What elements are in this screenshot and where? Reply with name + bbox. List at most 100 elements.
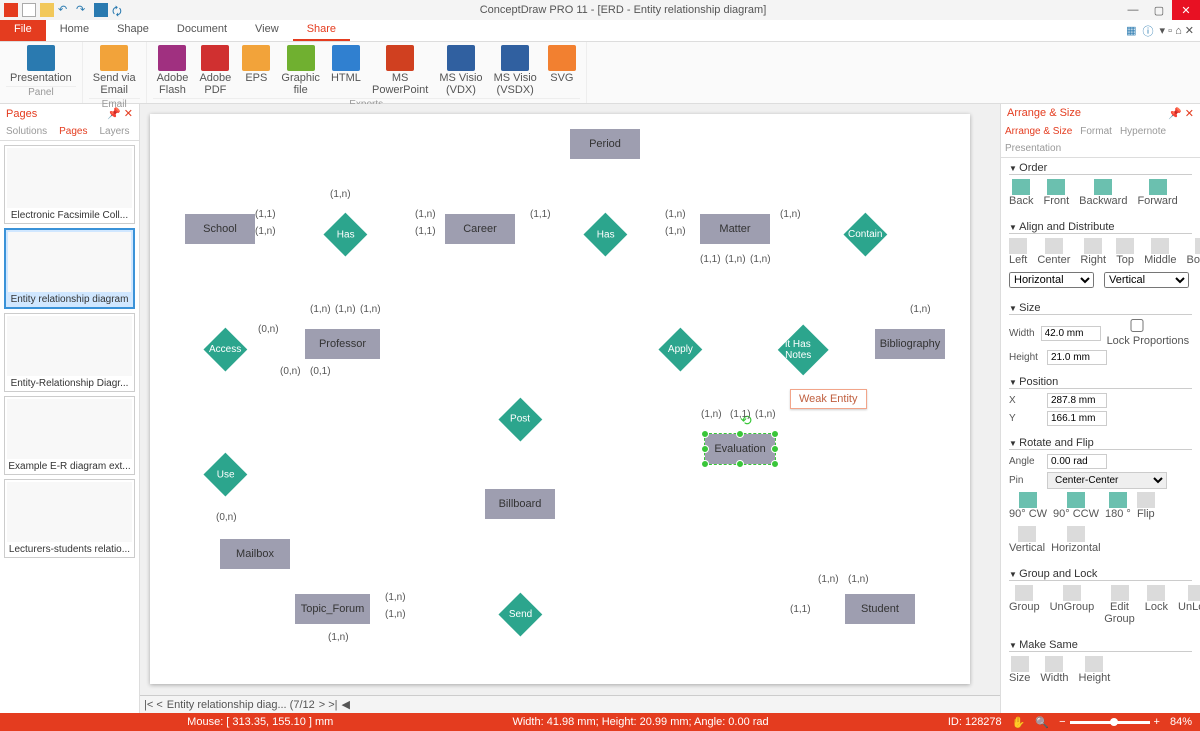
thumb[interactable]: Entity relationship diagram — [4, 228, 135, 309]
tab-arrange[interactable]: Arrange & Size — [1001, 123, 1076, 140]
pin-icon[interactable]: 📌 ✕ — [107, 107, 133, 120]
close-icon[interactable]: ✕ — [1172, 0, 1200, 20]
flip[interactable]: Flip — [1137, 492, 1155, 520]
entity-billboard[interactable]: Billboard — [485, 489, 555, 519]
tab-hypernote[interactable]: Hypernote — [1116, 123, 1170, 140]
open-icon[interactable] — [40, 3, 54, 17]
entity-topic[interactable]: Topic_Forum — [295, 594, 370, 624]
canvas[interactable]: PeriodSchoolCareerMatterBibliographyProf… — [140, 104, 1000, 695]
menu-view[interactable]: View — [241, 20, 293, 41]
rotate-cw[interactable]: 90° CW — [1009, 492, 1047, 520]
presentation-button[interactable]: Presentation — [6, 44, 76, 85]
save-icon[interactable] — [94, 3, 108, 17]
menu-shape[interactable]: Shape — [103, 20, 163, 41]
group-btn[interactable]: Group — [1009, 585, 1040, 625]
export-svg-button[interactable]: SVG — [544, 44, 580, 85]
export-vsdx-button[interactable]: MS Visio (VSDX) — [490, 44, 541, 97]
pin-select[interactable]: Center-Center — [1047, 472, 1167, 489]
thumb[interactable]: Electronic Facsimile Coll... — [4, 145, 135, 224]
export-flash-button[interactable]: Adobe Flash — [153, 44, 193, 97]
help-icon[interactable]: ⓘ — [1143, 23, 1154, 39]
relationship-access[interactable]: Access — [204, 328, 248, 372]
hand-icon[interactable]: ✋ — [1012, 716, 1026, 729]
export-html-button[interactable]: HTML — [327, 44, 365, 85]
zoom-percent[interactable]: 84% — [1170, 716, 1192, 728]
ungroup-btn[interactable]: UnGroup — [1050, 585, 1095, 625]
entity-mailbox[interactable]: Mailbox — [220, 539, 290, 569]
angle-field[interactable] — [1047, 454, 1107, 469]
same-size[interactable]: Size — [1009, 656, 1030, 684]
diagram-page[interactable]: PeriodSchoolCareerMatterBibliographyProf… — [150, 114, 970, 684]
order-forward[interactable]: Forward — [1137, 179, 1177, 207]
edit-group-btn[interactable]: Edit Group — [1104, 585, 1135, 625]
entity-evaluation[interactable]: Evaluation⟲ — [705, 434, 775, 464]
x-field[interactable] — [1047, 393, 1107, 408]
export-graphic-button[interactable]: Graphic file — [277, 44, 324, 97]
pin-icon[interactable]: 📌 ✕ — [1168, 107, 1194, 120]
relationship-has1[interactable]: Has — [324, 213, 368, 257]
dist-horizontal[interactable]: Horizontal — [1009, 272, 1094, 288]
relationship-send[interactable]: Send — [499, 593, 543, 637]
entity-bibliography[interactable]: Bibliography — [875, 329, 945, 359]
zoom-fit-icon[interactable]: 🔍 — [1035, 716, 1049, 729]
menu-home[interactable]: Home — [46, 20, 103, 41]
zoom-slider[interactable] — [1070, 721, 1150, 724]
thumb[interactable]: Example E-R diagram ext... — [4, 396, 135, 475]
page-tab-label[interactable]: Entity relationship diag... (7/12 — [167, 699, 315, 711]
relationship-post[interactable]: Post — [499, 398, 543, 442]
align-center[interactable]: Center — [1037, 238, 1070, 266]
same-width[interactable]: Width — [1040, 656, 1068, 684]
scroll-left-icon[interactable]: ◀ — [342, 698, 350, 711]
rotate-180[interactable]: 180 ° — [1105, 492, 1131, 520]
entity-period[interactable]: Period — [570, 129, 640, 159]
order-front[interactable]: Front — [1043, 179, 1069, 207]
width-field[interactable] — [1041, 326, 1101, 341]
zoom-out[interactable]: − — [1059, 716, 1065, 728]
same-height[interactable]: Height — [1079, 656, 1111, 684]
relationship-has2[interactable]: Has — [584, 213, 628, 257]
unlock-btn[interactable]: UnLock — [1178, 585, 1200, 625]
align-middle[interactable]: Middle — [1144, 238, 1176, 266]
align-right[interactable]: Right — [1080, 238, 1106, 266]
send-email-button[interactable]: Send via Email — [89, 44, 140, 97]
relationship-notes[interactable]: it Has Notes — [777, 324, 828, 375]
prev-tab-icon[interactable]: |< < — [144, 699, 163, 711]
grid-icon[interactable]: ▦ — [1126, 24, 1136, 37]
entity-student[interactable]: Student — [845, 594, 915, 624]
entity-career[interactable]: Career — [445, 214, 515, 244]
tab-format[interactable]: Format — [1076, 123, 1116, 140]
tab-layers[interactable]: Layers — [94, 123, 136, 140]
refresh-icon[interactable]: 🗘 — [112, 3, 126, 17]
align-top[interactable]: Top — [1116, 238, 1134, 266]
menu-file[interactable]: File — [0, 20, 46, 41]
align-left[interactable]: Left — [1009, 238, 1027, 266]
relationship-contain[interactable]: Contain — [844, 213, 888, 257]
order-backward[interactable]: Backward — [1079, 179, 1127, 207]
tab-presentation[interactable]: Presentation — [1001, 140, 1065, 157]
lock-prop[interactable] — [1107, 319, 1167, 332]
menu-share[interactable]: Share — [293, 20, 350, 41]
redo-icon[interactable]: ↷ — [76, 3, 90, 17]
tab-solutions[interactable]: Solutions — [0, 123, 53, 140]
flip-v[interactable]: Vertical — [1009, 526, 1045, 554]
align-bottom[interactable]: Bottom — [1186, 238, 1200, 266]
entity-matter[interactable]: Matter — [700, 214, 770, 244]
height-field[interactable] — [1047, 350, 1107, 365]
new-icon[interactable] — [22, 3, 36, 17]
thumb[interactable]: Lecturers-students relatio... — [4, 479, 135, 558]
export-pdf-button[interactable]: Adobe PDF — [195, 44, 235, 97]
rotate-ccw[interactable]: 90° CCW — [1053, 492, 1099, 520]
tab-pages[interactable]: Pages — [53, 123, 93, 140]
collapse-ribbon-icon[interactable]: ▾ ▫ ⌂ ✕ — [1160, 24, 1194, 37]
lock-btn[interactable]: Lock — [1145, 585, 1168, 625]
flip-h[interactable]: Horizontal — [1051, 526, 1101, 554]
undo-icon[interactable]: ↶ — [58, 3, 72, 17]
export-vdx-button[interactable]: MS Visio (VDX) — [435, 44, 486, 97]
maximize-icon[interactable]: ▢ — [1146, 0, 1172, 20]
next-tab-icon[interactable]: > >| — [319, 699, 338, 711]
order-back[interactable]: Back — [1009, 179, 1033, 207]
dist-vertical[interactable]: Vertical — [1104, 272, 1189, 288]
menu-document[interactable]: Document — [163, 20, 241, 41]
thumb[interactable]: Entity-Relationship Diagr... — [4, 313, 135, 392]
zoom-in[interactable]: + — [1154, 716, 1160, 728]
